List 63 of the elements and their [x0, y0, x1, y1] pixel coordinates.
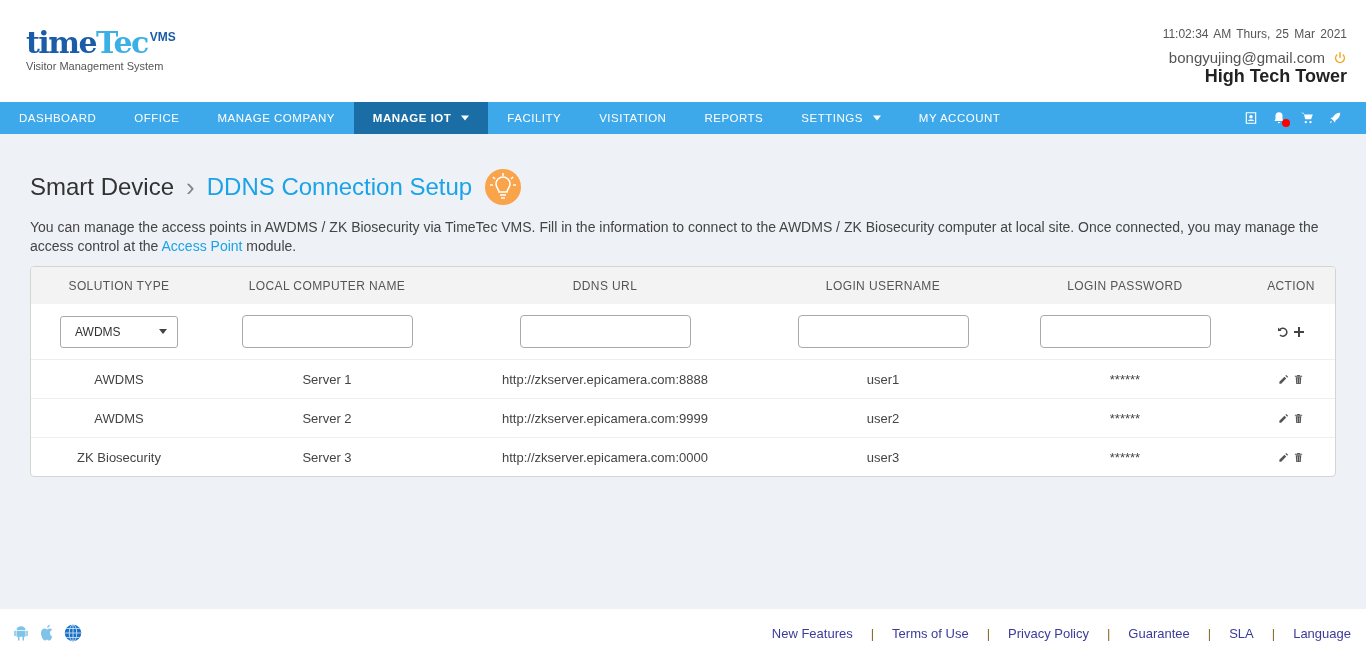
- footer-link[interactable]: Terms of Use: [892, 625, 969, 641]
- input-field[interactable]: [797, 315, 969, 348]
- input-field[interactable]: [241, 315, 413, 348]
- table-cell-text: ******: [1108, 410, 1142, 426]
- column-header: ACTION: [1266, 278, 1316, 293]
- logo-wordmark: timeTec: [26, 26, 148, 60]
- table-cell-text: AWDMS: [93, 410, 145, 426]
- nav-tab[interactable]: MANAGE IOT: [353, 102, 489, 134]
- logo-tagline: Visitor Management System: [26, 60, 165, 72]
- table-cell-text: Server 1: [301, 371, 353, 387]
- input-field[interactable]: [1039, 315, 1211, 348]
- trash-icon[interactable]: [1293, 451, 1304, 463]
- link-separator: |: [986, 625, 991, 641]
- table-cell-text: http://zkserver.epicamera.com:8888: [501, 371, 709, 387]
- description: You can manage the access points in AWDMS / ZK Biosecurity via TimeTec VMS. Fill in the information to connect to the AWDMS / ZK Biosecurity computer at local site. Once connected, you may manage the access control at the Access Point module.: [30, 218, 1320, 256]
- footer-link[interactable]: SLA: [1229, 625, 1254, 641]
- table-cell-text: ******: [1108, 449, 1142, 465]
- footer-link[interactable]: Privacy Policy: [1008, 625, 1089, 641]
- link-separator: |: [1207, 625, 1212, 641]
- column-header: LOCAL COMPUTER NAME: [247, 278, 407, 293]
- plus-icon[interactable]: [1293, 325, 1305, 338]
- footer-link[interactable]: Language: [1293, 625, 1351, 641]
- solution-type-select[interactable]: AWDMS: [60, 315, 178, 348]
- footer-link[interactable]: New Features: [771, 625, 853, 641]
- input-field[interactable]: [519, 315, 691, 348]
- footer-link[interactable]: Guarantee: [1128, 625, 1190, 641]
- column-header: SOLUTION TYPE: [67, 278, 171, 293]
- contact-card-icon[interactable]: [1244, 111, 1258, 125]
- breadcrumb-parent[interactable]: Smart Device: [30, 173, 175, 201]
- pencil-icon[interactable]: [1278, 373, 1289, 385]
- user-email: bongyujing@gmail.com: [1168, 49, 1325, 66]
- globe-icon[interactable]: [64, 624, 82, 642]
- table-cell-text: Server 2: [301, 410, 353, 426]
- page-title: DDNS Connection Setup: [206, 173, 473, 201]
- bell-icon[interactable]: [1272, 111, 1286, 125]
- table-cell-text: http://zkserver.epicamera.com:9999: [501, 410, 709, 426]
- caret-icon[interactable]: [159, 329, 167, 334]
- link-separator: |: [1271, 625, 1276, 641]
- table-cell-text: ZK Biosecurity: [76, 449, 162, 465]
- column-header: DDNS URL: [571, 278, 639, 293]
- trash-icon[interactable]: [1293, 412, 1304, 424]
- cart-icon[interactable]: [1300, 111, 1314, 125]
- table-cell-text: user1: [865, 371, 901, 387]
- pencil-icon[interactable]: [1278, 412, 1289, 424]
- trash-icon[interactable]: [1293, 373, 1304, 385]
- table-cell-text: ******: [1108, 371, 1142, 387]
- table-cell-text: http://zkserver.epicamera.com:0000: [501, 449, 709, 465]
- caret-icon[interactable]: [461, 115, 470, 121]
- table-cell-text: AWDMS: [93, 371, 145, 387]
- column-header: LOGIN USERNAME: [824, 278, 942, 293]
- link-separator: |: [870, 625, 875, 641]
- rocket-icon[interactable]: [1328, 111, 1342, 125]
- date-time: 11:02:34 AM Thurs, 25 Mar 2021: [1162, 27, 1347, 41]
- logo-vms-text: VMS: [149, 30, 176, 44]
- link-separator: |: [1106, 625, 1111, 641]
- column-header: LOGIN PASSWORD: [1066, 278, 1184, 293]
- breadcrumb-separator: ›: [186, 171, 195, 203]
- site-name: High Tech Tower: [1204, 66, 1347, 87]
- table-cell-text: Server 3: [301, 449, 353, 465]
- reset-icon[interactable]: [1277, 325, 1289, 338]
- pencil-icon[interactable]: [1278, 451, 1289, 463]
- table-cell-text: user3: [865, 449, 901, 465]
- table-cell-text: user2: [865, 410, 901, 426]
